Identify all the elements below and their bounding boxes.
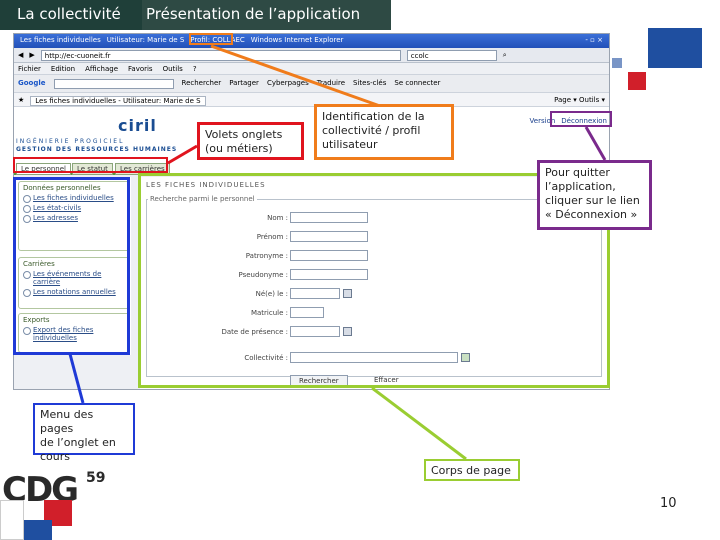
- arrow-logout: [584, 126, 607, 161]
- cdg-square-white: [0, 500, 24, 540]
- cdg-square-blue: [24, 520, 52, 540]
- arrow-body: [371, 386, 467, 461]
- cdg-logo-sup: 59: [86, 470, 106, 486]
- callout-user: Identification de la collectivité / prof…: [314, 104, 454, 160]
- slide: La collectivité Présentation de l’applic…: [0, 0, 720, 540]
- callout-arrows: [68, 44, 607, 461]
- callout-body: Corps de page: [424, 459, 520, 481]
- callout-menu: Menu des pages de l’onglet en cours: [33, 403, 135, 463]
- cdg59-logo: CDG 59: [0, 470, 110, 540]
- arrow-user: [210, 44, 381, 108]
- arrow-tabs: [167, 144, 198, 165]
- arrow-menu: [68, 353, 85, 404]
- page-number: 10: [660, 496, 677, 511]
- callout-tabs: Volets onglets (ou métiers): [197, 122, 304, 160]
- callout-logout: Pour quitter l’application, cliquer sur …: [537, 160, 652, 230]
